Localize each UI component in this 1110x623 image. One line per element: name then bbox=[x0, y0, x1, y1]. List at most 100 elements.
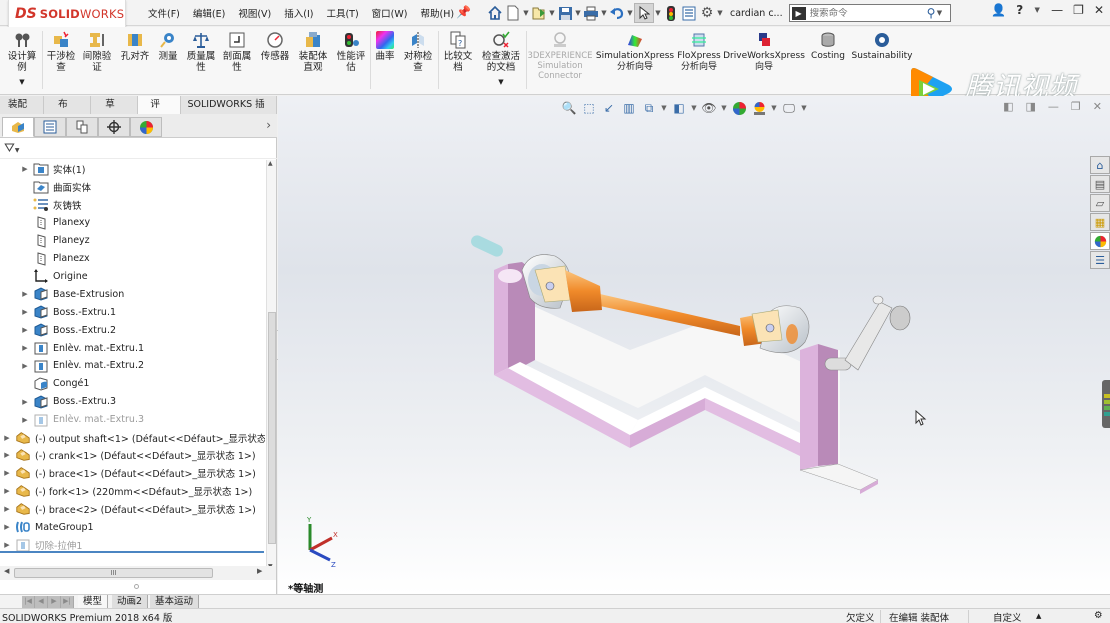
rebuild-status-icon[interactable]: ⚙ bbox=[1094, 610, 1103, 621]
restore-icon[interactable]: ❐ bbox=[1073, 3, 1084, 17]
solidworks-resources-icon[interactable]: ⌂ bbox=[1090, 156, 1110, 174]
tree-item[interactable]: ▶ 实体(1) bbox=[20, 160, 85, 178]
dimxpertmanager-tab[interactable] bbox=[98, 117, 130, 137]
options-dropdown-icon[interactable]: ▼ bbox=[716, 9, 724, 17]
view-orientation-icon[interactable]: ⧉ bbox=[640, 99, 658, 117]
tree-item[interactable]: ▶ Enlèv. mat.-Extru.1 bbox=[20, 339, 144, 357]
zoom-to-fit-icon[interactable]: 🔍 bbox=[560, 99, 578, 117]
displaymanager-tab[interactable] bbox=[130, 117, 162, 137]
tree-item[interactable]: ▶ Boss.-Extru.3 bbox=[20, 393, 116, 411]
tab-sketch[interactable]: 草图 bbox=[91, 96, 139, 127]
tree-item[interactable]: Planezx bbox=[20, 250, 90, 268]
hide-show-items-icon[interactable]: 👁 bbox=[700, 99, 718, 117]
apply-scene-dropdown-icon[interactable]: ▼ bbox=[770, 104, 778, 112]
viewport-minimize-icon[interactable]: — bbox=[1048, 100, 1059, 113]
tree-item[interactable]: Planexy bbox=[20, 214, 90, 232]
costing-button[interactable]: Costing bbox=[808, 31, 848, 62]
filter-icon[interactable]: ⛛▼ bbox=[4, 141, 20, 156]
mass-properties-button[interactable]: 质量属 性 bbox=[184, 31, 218, 73]
driveworksxpress-button[interactable]: DriveWorksXpress 向导 bbox=[723, 31, 805, 73]
sustainability-button[interactable]: Sustainability bbox=[852, 31, 912, 62]
assemblyxpert-button[interactable]: 装配体 直观 bbox=[296, 31, 330, 73]
simulationxpress-button[interactable]: SimulationXpress 分析向导 bbox=[596, 31, 674, 73]
menu-help[interactable]: 帮助(H) bbox=[420, 6, 454, 20]
expand-arrow-icon[interactable]: ▶ bbox=[2, 541, 12, 549]
pin-menu-icon[interactable]: 📌 bbox=[456, 5, 471, 19]
section-properties-button[interactable]: 剖面属 性 bbox=[220, 31, 254, 73]
new-document-icon[interactable] bbox=[504, 4, 522, 22]
expand-arrow-icon[interactable]: ▶ bbox=[2, 505, 12, 513]
expand-arrow-icon[interactable]: ▶ bbox=[20, 326, 30, 334]
propertymanager-tab[interactable] bbox=[34, 117, 66, 137]
expand-arrow-icon[interactable]: ▶ bbox=[2, 451, 12, 459]
expand-arrow-icon[interactable]: ▶ bbox=[20, 165, 30, 173]
measure-button[interactable]: 测量 bbox=[154, 31, 182, 62]
vertical-scroll-thumb[interactable] bbox=[268, 312, 276, 544]
print-dropdown-icon[interactable]: ▼ bbox=[600, 9, 608, 17]
print-icon[interactable] bbox=[582, 4, 600, 22]
menu-tools[interactable]: 工具(T) bbox=[326, 6, 358, 20]
tree-item[interactable]: ▶ Enlèv. mat.-Extru.2 bbox=[20, 357, 144, 375]
tree-item[interactable]: Planeyz bbox=[20, 232, 90, 250]
options-gear-icon[interactable]: ⚙ bbox=[698, 4, 716, 22]
prev-tab-icon[interactable]: ◀ bbox=[35, 596, 48, 608]
expand-arrow-icon[interactable]: ▶ bbox=[20, 344, 30, 352]
tab-evaluate[interactable]: 评估 bbox=[138, 96, 182, 127]
tree-item[interactable]: 曲面实体 bbox=[20, 178, 91, 196]
help-dropdown-icon[interactable]: ▼ bbox=[1033, 6, 1041, 14]
open-dropdown-icon[interactable]: ▼ bbox=[548, 9, 556, 17]
view-orientation-dropdown-icon[interactable]: ▼ bbox=[660, 104, 668, 112]
menu-view[interactable]: 视图(V) bbox=[238, 6, 271, 20]
search-icon[interactable]: ⚲ bbox=[927, 6, 936, 20]
first-tab-icon[interactable]: |◀ bbox=[22, 596, 35, 608]
view-settings-icon[interactable]: 🖵 bbox=[780, 99, 798, 117]
search-commands-box[interactable]: ▶ ⚲ ▼ bbox=[788, 4, 951, 22]
graphics-area[interactable]: 🔍 ⬚ ↙ ▥ ⧉ ▼ ◧ ▼ 👁 ▼ ▼ 🖵 ▼ ◧ ◨ — ❐ ✕ ⌂ ▤ … bbox=[278, 96, 1110, 594]
next-tab-icon[interactable]: ▶ bbox=[48, 596, 61, 608]
search-dropdown-icon[interactable]: ▼ bbox=[935, 9, 943, 17]
design-study-button[interactable]: 设计算 例 ▼ bbox=[4, 31, 40, 88]
tab-solidworks-addins[interactable]: SOLIDWORKS 插件 bbox=[181, 96, 278, 127]
tree-item[interactable]: Origine bbox=[20, 267, 88, 285]
symmetry-check-button[interactable]: 对称检 查 bbox=[400, 31, 436, 73]
apply-scene-icon[interactable] bbox=[750, 99, 768, 117]
viewport-restore-icon[interactable]: ❐ bbox=[1071, 100, 1081, 113]
design-library-icon[interactable]: ▤ bbox=[1090, 175, 1110, 193]
save-icon[interactable] bbox=[556, 4, 574, 22]
tab-animation2[interactable]: 动画2 bbox=[112, 595, 149, 609]
tree-item[interactable]: ▶ (-) fork<1> (220mm<<Défaut>_显示状态 1>) bbox=[2, 482, 252, 500]
minimize-icon[interactable]: — bbox=[1051, 3, 1063, 17]
chevron-right-icon[interactable]: › bbox=[266, 118, 271, 132]
hide-show-dropdown-icon[interactable]: ▼ bbox=[720, 104, 728, 112]
check-active-document-button[interactable]: 检查激活 的文档 ▼ bbox=[478, 31, 524, 88]
previous-view-icon[interactable]: ↙ bbox=[600, 99, 618, 117]
home-icon[interactable] bbox=[486, 4, 504, 22]
help-icon[interactable]: ? bbox=[1016, 3, 1023, 17]
tree-horizontal-scrollbar[interactable]: ◀ III ▶ bbox=[0, 566, 276, 580]
tree-vertical-scrollbar[interactable]: ▲ ▼ bbox=[266, 160, 276, 570]
tree-item[interactable]: ▶ (-) crank<1> (Défaut<<Défaut>_显示状态 1>) bbox=[2, 446, 256, 464]
rebuild-traffic-light-icon[interactable] bbox=[662, 4, 680, 22]
menu-edit[interactable]: 编辑(E) bbox=[193, 6, 225, 20]
tree-item[interactable]: ▶ Base-Extrusion bbox=[20, 285, 124, 303]
expand-arrow-icon[interactable]: ▶ bbox=[20, 290, 30, 298]
design-study-dropdown-icon[interactable]: ▼ bbox=[19, 77, 24, 88]
expand-arrow-icon[interactable]: ▶ bbox=[20, 416, 30, 424]
search-commands-input[interactable] bbox=[809, 7, 925, 19]
select-pointer-icon[interactable] bbox=[634, 3, 654, 23]
open-document-icon[interactable] bbox=[530, 4, 548, 22]
tree-item[interactable]: ▶ Boss.-Extru.1 bbox=[20, 303, 116, 321]
menu-file[interactable]: 文件(F) bbox=[148, 6, 180, 20]
scroll-right-icon[interactable]: ▶ bbox=[257, 567, 262, 575]
tab-layout[interactable]: 布局 bbox=[44, 96, 92, 127]
interference-detection-button[interactable]: 干涉检 查 bbox=[44, 31, 78, 73]
select-dropdown-icon[interactable]: ▼ bbox=[654, 9, 662, 17]
tree-item[interactable]: ▶ Enlèv. mat.-Extru.3 bbox=[20, 411, 144, 429]
sensor-button[interactable]: 传感器 bbox=[258, 31, 292, 62]
solidworks-logo[interactable]: DS SOLIDWORKS bbox=[8, 0, 126, 28]
tab-model[interactable]: 模型 bbox=[78, 595, 109, 609]
undo-icon[interactable] bbox=[608, 4, 626, 22]
menu-window[interactable]: 窗口(W) bbox=[372, 6, 408, 20]
expand-arrow-icon[interactable]: ▶ bbox=[2, 434, 12, 442]
view-palette-icon[interactable]: ▦ bbox=[1090, 213, 1110, 231]
